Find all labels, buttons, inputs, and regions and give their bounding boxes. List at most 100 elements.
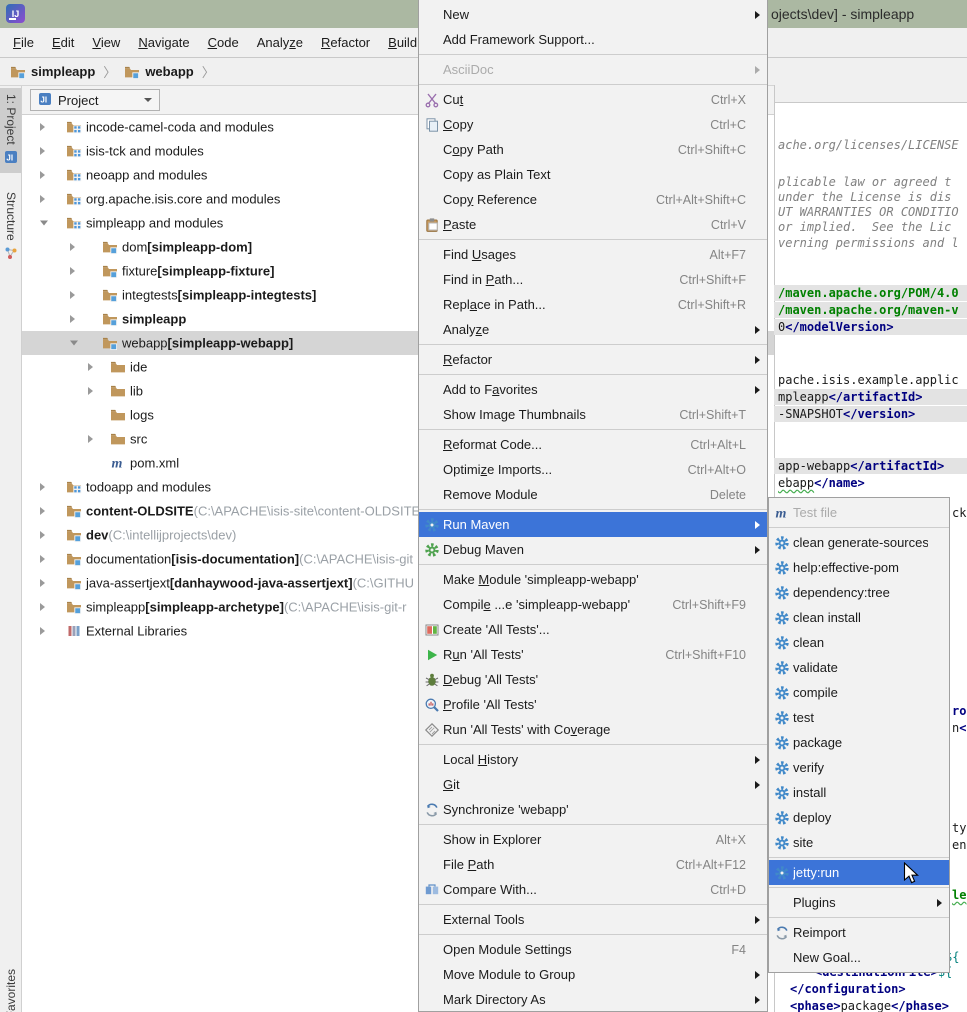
menu-item-label: Replace in Path...: [443, 297, 664, 312]
menu-item-label: Find Usages: [443, 247, 696, 262]
context-menu-item-open-module-settings[interactable]: Open Module SettingsF4: [419, 937, 767, 962]
maven-goal-verify[interactable]: verify: [769, 755, 949, 780]
context-menu-item-run-all-tests[interactable]: Run 'All Tests'Ctrl+Shift+F10: [419, 642, 767, 667]
context-menu-item-debug-maven[interactable]: Debug Maven: [419, 537, 767, 562]
context-menu-item-remove-module[interactable]: Remove ModuleDelete: [419, 482, 767, 507]
context-menu-item-mark-directory-as[interactable]: Mark Directory As: [419, 987, 767, 1012]
maven-goal-clean-install[interactable]: clean install: [769, 605, 949, 630]
maven-goal-site[interactable]: site: [769, 830, 949, 855]
context-menu-item-copy-as-plain-text[interactable]: Copy as Plain Text: [419, 162, 767, 187]
editor-code-fragment: plicable law or agreed t: [778, 174, 951, 190]
menubar-item-navigate[interactable]: Navigate: [129, 35, 198, 50]
context-menu-item-show-in-explorer[interactable]: Show in ExplorerAlt+X: [419, 827, 767, 852]
expand-arrow-icon[interactable]: [88, 435, 93, 443]
context-menu-item-external-tools[interactable]: External Tools: [419, 907, 767, 932]
expand-arrow-icon[interactable]: [40, 123, 45, 131]
expand-arrow-icon[interactable]: [40, 147, 45, 155]
context-menu-item-find-usages[interactable]: Find UsagesAlt+F7: [419, 242, 767, 267]
maven-goal-package[interactable]: package: [769, 730, 949, 755]
collapse-arrow-icon[interactable]: [70, 341, 78, 346]
context-menu-item-compare-with[interactable]: Compare With...Ctrl+D: [419, 877, 767, 902]
menubar-item-analyze[interactable]: Analyze: [248, 35, 312, 50]
maven-goal-clean[interactable]: clean: [769, 630, 949, 655]
context-menu-item-local-history[interactable]: Local History: [419, 747, 767, 772]
context-menu-item-replace-in-path[interactable]: Replace in Path...Ctrl+Shift+R: [419, 292, 767, 317]
context-menu-item-file-path[interactable]: File PathCtrl+Alt+F12: [419, 852, 767, 877]
context-menu-item-copy-reference[interactable]: Copy ReferenceCtrl+Alt+Shift+C: [419, 187, 767, 212]
maven-goal-clean-generate-sources[interactable]: clean generate-sources: [769, 530, 949, 555]
context-menu-item-copy-path[interactable]: Copy PathCtrl+Shift+C: [419, 137, 767, 162]
menubar-item-view[interactable]: View: [83, 35, 129, 50]
context-menu-item-compile-e-simpleapp-webapp[interactable]: Compile ...e 'simpleapp-webapp'Ctrl+Shif…: [419, 592, 767, 617]
context-menu-item-refactor[interactable]: Refactor: [419, 347, 767, 372]
tool-window-tab-1-project[interactable]: 1: ProjectJI: [0, 88, 22, 173]
context-menu-item-reformat-code[interactable]: Reformat Code...Ctrl+Alt+L: [419, 432, 767, 457]
expand-arrow-icon[interactable]: [40, 171, 45, 179]
expand-arrow-icon[interactable]: [40, 483, 45, 491]
context-menu-item-synchronize-webapp[interactable]: Synchronize 'webapp': [419, 797, 767, 822]
coverage-icon: [421, 722, 443, 738]
menubar-item-file[interactable]: File: [4, 35, 43, 50]
maven-goal-new-goal[interactable]: New Goal...: [769, 945, 949, 970]
context-menu-item-new[interactable]: New: [419, 2, 767, 27]
expand-arrow-icon[interactable]: [70, 243, 75, 251]
tool-window-tab-structure[interactable]: Structure: [0, 186, 22, 269]
maven-goal-help-effective-pom[interactable]: help:effective-pom: [769, 555, 949, 580]
maven-goal-test[interactable]: test: [769, 705, 949, 730]
menubar-item-code[interactable]: Code: [199, 35, 248, 50]
tool-window-tab-favorites[interactable]: Favorites: [0, 963, 22, 1012]
tree-item-label: ide: [130, 360, 147, 375]
context-menu-item-asciidoc[interactable]: AsciiDoc: [419, 57, 767, 82]
expand-arrow-icon[interactable]: [70, 267, 75, 275]
context-menu-item-debug-all-tests[interactable]: Debug 'All Tests': [419, 667, 767, 692]
menu-item-label: Local History: [443, 752, 746, 767]
menubar-item-edit[interactable]: Edit: [43, 35, 83, 50]
expand-arrow-icon[interactable]: [70, 291, 75, 299]
context-menu-item-move-module-to-group[interactable]: Move Module to Group: [419, 962, 767, 987]
context-menu-item-run-all-tests-with-coverage[interactable]: Run 'All Tests' with Coverage: [419, 717, 767, 742]
context-menu-item-add-to-favorites[interactable]: Add to Favorites: [419, 377, 767, 402]
project-view-selector[interactable]: JI Project: [30, 89, 160, 111]
context-menu-item-cut[interactable]: CutCtrl+X: [419, 87, 767, 112]
menubar-item-refactor[interactable]: Refactor: [312, 35, 379, 50]
expand-arrow-icon[interactable]: [40, 555, 45, 563]
maven-goal-validate[interactable]: validate: [769, 655, 949, 680]
tree-item-label: webapp [simpleapp-webapp]: [122, 336, 293, 351]
context-menu-item-create-all-tests[interactable]: Create 'All Tests'...: [419, 617, 767, 642]
submenu-arrow-icon: [755, 996, 760, 1004]
expand-arrow-icon[interactable]: [40, 195, 45, 203]
expand-arrow-icon[interactable]: [40, 579, 45, 587]
context-menu-item-profile-all-tests[interactable]: Profile 'All Tests': [419, 692, 767, 717]
maven-goal-dependency-tree[interactable]: dependency:tree: [769, 580, 949, 605]
context-menu-item-git[interactable]: Git: [419, 772, 767, 797]
expand-arrow-icon[interactable]: [40, 603, 45, 611]
expand-arrow-icon[interactable]: [70, 315, 75, 323]
maven-goal-compile[interactable]: compile: [769, 680, 949, 705]
menu-item-label: validate: [793, 660, 928, 675]
maven-goal-deploy[interactable]: deploy: [769, 805, 949, 830]
maven-goal-reimport[interactable]: Reimport: [769, 920, 949, 945]
mouse-cursor: [903, 862, 925, 889]
context-menu-item-paste[interactable]: PasteCtrl+V: [419, 212, 767, 237]
paste-icon: [421, 217, 443, 233]
expand-arrow-icon[interactable]: [40, 507, 45, 515]
expand-arrow-icon[interactable]: [40, 531, 45, 539]
context-menu-item-find-in-path[interactable]: Find in Path...Ctrl+Shift+F: [419, 267, 767, 292]
context-menu-item-analyze[interactable]: Analyze: [419, 317, 767, 342]
collapse-arrow-icon[interactable]: [40, 221, 48, 226]
context-menu-item-copy[interactable]: CopyCtrl+C: [419, 112, 767, 137]
maven-goal-install[interactable]: install: [769, 780, 949, 805]
context-menu-item-make-module-simpleapp-webapp[interactable]: Make Module 'simpleapp-webapp': [419, 567, 767, 592]
maven-goal-test-file[interactable]: mTest file: [769, 500, 949, 525]
context-menu-item-optimize-imports[interactable]: Optimize Imports...Ctrl+Alt+O: [419, 457, 767, 482]
expand-arrow-icon[interactable]: [40, 627, 45, 635]
context-menu-item-run-maven[interactable]: Run Maven: [419, 512, 767, 537]
breadcrumb-item-webapp[interactable]: webapp: [124, 64, 193, 80]
expand-arrow-icon[interactable]: [88, 387, 93, 395]
tree-item-label: pom.xml: [130, 456, 179, 471]
breadcrumb-item-simpleapp[interactable]: simpleapp: [10, 64, 95, 80]
maven-goal-plugins[interactable]: Plugins: [769, 890, 949, 915]
expand-arrow-icon[interactable]: [88, 363, 93, 371]
context-menu-item-show-image-thumbnails[interactable]: Show Image ThumbnailsCtrl+Shift+T: [419, 402, 767, 427]
context-menu-item-add-framework-support[interactable]: Add Framework Support...: [419, 27, 767, 52]
